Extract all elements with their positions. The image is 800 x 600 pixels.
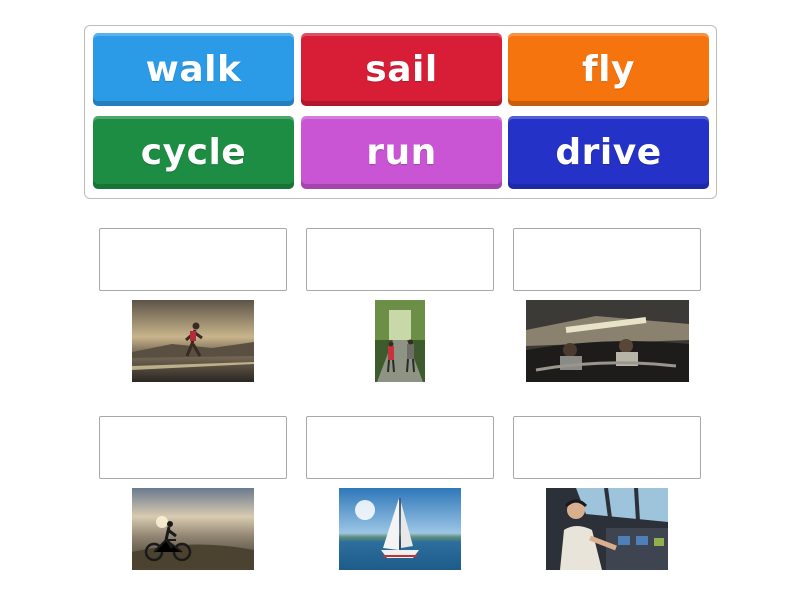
answer-slot-3[interactable] bbox=[513, 228, 701, 291]
word-bank: walk sail fly cycle run drive bbox=[84, 25, 717, 199]
word-tile-drive[interactable]: drive bbox=[508, 116, 709, 189]
answer-slot-5[interactable] bbox=[306, 416, 494, 479]
word-tile-fly[interactable]: fly bbox=[508, 33, 709, 106]
answer-slot-4[interactable] bbox=[99, 416, 287, 479]
word-tile-run[interactable]: run bbox=[301, 116, 502, 189]
pilot-in-cockpit-image bbox=[546, 488, 668, 570]
answer-slot-6[interactable] bbox=[513, 416, 701, 479]
convertible-car-driving-image bbox=[526, 300, 689, 382]
cyclist-on-hill-image bbox=[132, 488, 254, 570]
people-walking-forest-path-image bbox=[375, 300, 425, 382]
word-tile-sail[interactable]: sail bbox=[301, 33, 502, 106]
runner-at-sunset-image bbox=[132, 300, 254, 382]
answer-slot-1[interactable] bbox=[99, 228, 287, 291]
answer-slot-2[interactable] bbox=[306, 228, 494, 291]
sailboat-on-lake-image bbox=[339, 488, 461, 570]
word-tile-walk[interactable]: walk bbox=[93, 33, 294, 106]
word-tile-cycle[interactable]: cycle bbox=[93, 116, 294, 189]
